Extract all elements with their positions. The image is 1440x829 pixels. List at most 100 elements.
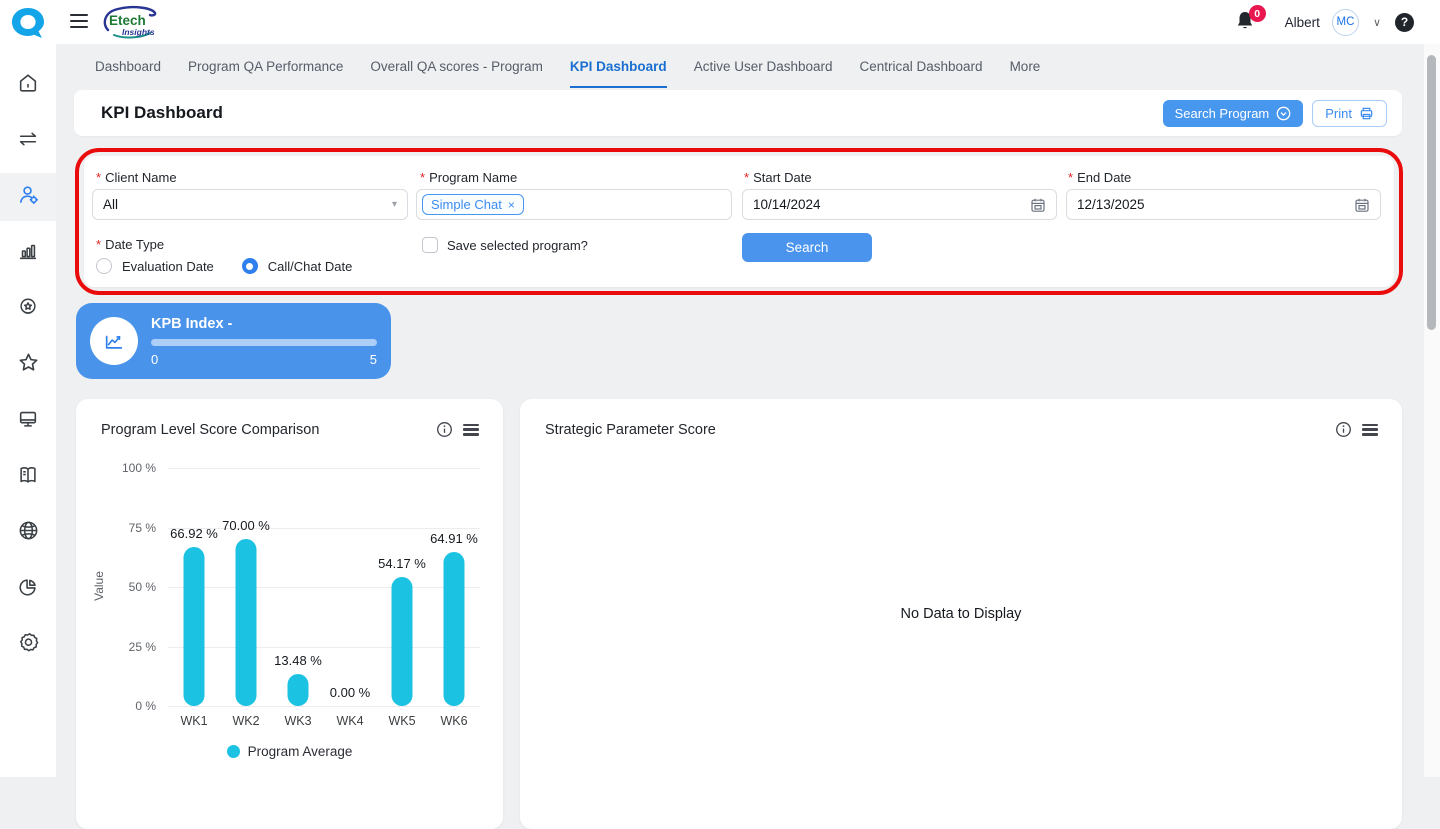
end-date-input[interactable]: 12/13/2025 (1066, 189, 1381, 220)
legend-dot-icon (227, 745, 240, 758)
globe-icon (17, 519, 40, 547)
brand-name-bottom: Insights (122, 27, 155, 37)
badge-star-icon (17, 296, 39, 323)
tab-active-user-dashboard[interactable]: Active User Dashboard (694, 44, 833, 88)
chart-menu-icon[interactable] (1362, 424, 1378, 436)
sidebar-item-user-management[interactable] (0, 173, 56, 221)
kpb-title: KPB Index - (151, 316, 377, 332)
sidebar-item-reports[interactable] (0, 229, 56, 277)
client-name-value: All (103, 197, 118, 212)
sidebar-item-home[interactable] (0, 61, 56, 109)
tab-program-qa-performance[interactable]: Program QA Performance (188, 44, 343, 88)
bar-chart-icon (17, 240, 39, 267)
y-axis-label: Value (92, 571, 106, 601)
search-button[interactable]: Search (742, 233, 872, 262)
bar-wk6[interactable] (444, 552, 465, 706)
evaluation-date-radio[interactable] (96, 258, 112, 274)
client-name-select[interactable]: All ▾ (92, 189, 408, 220)
user-gear-icon (17, 183, 40, 211)
bar-wk3[interactable] (288, 674, 309, 706)
start-date-input[interactable]: 10/14/2024 (742, 189, 1057, 220)
x-axis-tick: WK2 (220, 714, 272, 728)
brand-name-top: Etech (109, 13, 146, 28)
chart-menu-icon[interactable] (463, 424, 479, 436)
printer-icon (1359, 106, 1374, 121)
app-logo-icon[interactable] (9, 6, 47, 40)
tab-dashboard[interactable]: Dashboard (95, 44, 161, 88)
bar-slot: 54.17 % (376, 468, 428, 706)
no-data-text: No Data to Display (520, 606, 1402, 622)
tab-overall-qa-scores-program[interactable]: Overall QA scores - Program (370, 44, 543, 88)
tab-kpi-dashboard[interactable]: KPI Dashboard (570, 44, 667, 88)
legend-label: Program Average (248, 744, 353, 759)
x-axis-tick: WK4 (324, 714, 376, 728)
y-axis-tick: 0 % (81, 699, 156, 713)
main-content: Dashboard Program QA Performance Overall Q… (56, 44, 1424, 777)
open-book-icon (17, 464, 39, 491)
monitor-icon (17, 408, 39, 435)
swap-arrows-icon (17, 128, 39, 155)
bar-slot: 0.00 % (324, 468, 376, 706)
print-label: Print (1325, 106, 1352, 121)
sidebar-item-quality-badge[interactable] (0, 285, 56, 333)
info-icon[interactable] (1335, 421, 1352, 438)
chevron-down-icon[interactable]: ∨ (1371, 16, 1383, 29)
gridline (168, 706, 480, 707)
chip-remove-icon[interactable]: × (508, 198, 515, 212)
bar-wk2[interactable] (236, 539, 257, 706)
left-sidebar (0, 0, 56, 777)
bar-value-label: 0.00 % (330, 685, 370, 700)
tab-more[interactable]: More (1010, 44, 1041, 88)
kpb-progress-bar (151, 339, 377, 346)
tab-bar: Dashboard Program QA Performance Overall Q… (95, 44, 1040, 88)
kpb-index-card[interactable]: KPB Index - 0 5 (76, 303, 391, 379)
top-bar: Etech Insights 0 Albert MC ∨ ? (0, 0, 1440, 44)
notification-bell-icon[interactable]: 0 (1233, 9, 1259, 35)
evaluation-date-label: Evaluation Date (122, 259, 214, 274)
program-level-score-title: Program Level Score Comparison (101, 422, 319, 438)
save-program-checkbox[interactable] (422, 237, 438, 253)
sidebar-item-settings[interactable] (0, 621, 56, 669)
sidebar-item-favorites[interactable] (0, 341, 56, 389)
bar-wk5[interactable] (392, 577, 413, 706)
program-name-multiselect[interactable]: Simple Chat × (416, 189, 732, 220)
client-name-label: *Client Name (96, 170, 177, 185)
page-title: KPI Dashboard (101, 103, 223, 123)
sidebar-item-monitor[interactable] (0, 397, 56, 445)
bar-wk1[interactable] (184, 547, 205, 706)
bar-value-label: 64.91 % (430, 531, 478, 546)
etech-insights-logo: Etech Insights (100, 4, 160, 41)
sidebar-item-global[interactable] (0, 509, 56, 557)
help-icon[interactable]: ? (1395, 13, 1414, 32)
save-program-row: Save selected program? (422, 237, 588, 253)
scrollbar-track[interactable] (1424, 44, 1440, 777)
page-title-card: KPI Dashboard Search Program Print (74, 90, 1402, 136)
avatar[interactable]: MC (1332, 9, 1359, 36)
info-icon[interactable] (436, 421, 453, 438)
gear-icon (17, 631, 40, 659)
program-name-label: *Program Name (420, 170, 517, 185)
chart-legend: Program Average (76, 744, 503, 759)
bar-slot: 64.91 % (428, 468, 480, 706)
call-chat-date-radio[interactable] (242, 258, 258, 274)
sidebar-item-analytics[interactable] (0, 565, 56, 613)
strategic-parameter-title: Strategic Parameter Score (545, 422, 716, 438)
x-axis-tick: WK5 (376, 714, 428, 728)
scrollbar-thumb[interactable] (1427, 55, 1436, 330)
sidebar-item-transfers[interactable] (0, 117, 56, 165)
bar-value-label: 66.92 % (170, 526, 218, 541)
print-button[interactable]: Print (1312, 100, 1387, 127)
call-chat-date-label: Call/Chat Date (268, 259, 353, 274)
star-icon (17, 351, 40, 379)
sidebar-item-knowledge-base[interactable] (0, 453, 56, 501)
y-axis-tick: 25 % (81, 640, 156, 654)
date-type-label: *Date Type (96, 237, 164, 252)
hamburger-menu-icon[interactable] (70, 14, 88, 28)
start-date-value: 10/14/2024 (753, 197, 821, 212)
kpb-scale-min: 0 (151, 352, 158, 367)
search-program-button[interactable]: Search Program (1163, 100, 1304, 127)
home-icon (17, 72, 39, 99)
notification-badge: 0 (1249, 5, 1266, 22)
end-date-value: 12/13/2025 (1077, 197, 1145, 212)
tab-centrical-dashboard[interactable]: Centrical Dashboard (860, 44, 983, 88)
